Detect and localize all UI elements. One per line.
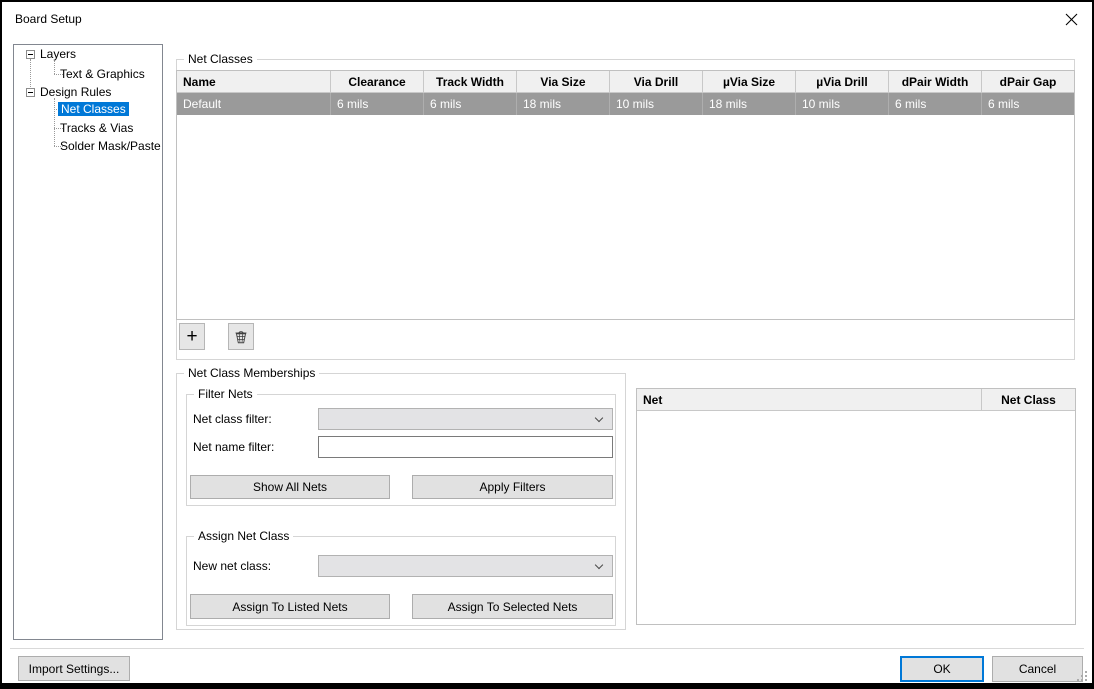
net-name-filter-input[interactable]	[318, 436, 613, 458]
tree-connector	[30, 59, 31, 89]
assign-to-selected-nets-label: Assign To Selected Nets	[448, 600, 578, 614]
show-all-nets-button[interactable]: Show All Nets	[190, 475, 390, 499]
column-header-via-size[interactable]: Via Size	[517, 71, 610, 92]
net-class-filter-select[interactable]	[318, 408, 613, 430]
trash-icon	[233, 329, 249, 345]
net-class-filter-label: Net class filter:	[193, 409, 272, 429]
column-header-net[interactable]: Net	[637, 389, 982, 410]
tree-item-label-selected: Net Classes	[58, 102, 129, 116]
window-title: Board Setup	[15, 2, 82, 36]
column-header-track-width[interactable]: Track Width	[424, 71, 517, 92]
tree-item-text-graphics[interactable]: Text & Graphics	[60, 65, 145, 83]
resize-grip[interactable]	[1077, 671, 1087, 681]
column-header-dpair-gap[interactable]: dPair Gap	[982, 71, 1074, 92]
tree-item-net-classes[interactable]: Net Classes	[58, 100, 129, 118]
tree-item-solder-mask-paste[interactable]: Solder Mask/Paste	[60, 137, 161, 155]
column-header-net-class[interactable]: Net Class	[982, 389, 1075, 410]
assign-net-class-group-label: Assign Net Class	[194, 529, 293, 543]
assign-to-listed-nets-button[interactable]: Assign To Listed Nets	[190, 594, 390, 619]
import-settings-button[interactable]: Import Settings...	[18, 656, 130, 681]
column-header-uvia-size[interactable]: µVia Size	[703, 71, 796, 92]
show-all-nets-label: Show All Nets	[253, 480, 327, 494]
add-net-class-button[interactable]: +	[179, 323, 205, 350]
net-classes-table[interactable]: Name Clearance Track Width Via Size Via …	[176, 70, 1075, 320]
cell-uvia-size[interactable]: 18 mils	[703, 93, 796, 115]
collapse-icon[interactable]	[26, 50, 35, 59]
nets-table-empty-area	[637, 411, 1075, 624]
cell-track-width[interactable]: 6 mils	[424, 93, 517, 115]
cancel-label: Cancel	[1019, 662, 1056, 676]
column-header-name[interactable]: Name	[177, 71, 331, 92]
cancel-button[interactable]: Cancel	[992, 656, 1083, 682]
cell-via-size[interactable]: 18 mils	[517, 93, 610, 115]
cell-clearance[interactable]: 6 mils	[331, 93, 424, 115]
column-header-uvia-drill[interactable]: µVia Drill	[796, 71, 889, 92]
tree-item-tracks-vias[interactable]: Tracks & Vias	[60, 119, 133, 137]
column-header-clearance[interactable]: Clearance	[331, 71, 424, 92]
plus-icon: +	[186, 327, 197, 346]
chevron-down-icon	[595, 414, 603, 422]
new-net-class-label: New net class:	[193, 556, 271, 576]
net-classes-group-label: Net Classes	[184, 52, 257, 66]
column-header-via-drill[interactable]: Via Drill	[610, 71, 703, 92]
settings-tree: Layers Text & Graphics Design Rules Net …	[13, 44, 163, 640]
net-classes-table-empty-area	[177, 115, 1074, 319]
net-class-row-default[interactable]: Default 6 mils 6 mils 18 mils 10 mils 18…	[177, 93, 1074, 115]
memberships-group-label: Net Class Memberships	[184, 366, 319, 380]
nets-table-header: Net Net Class	[637, 389, 1075, 411]
tree-item-design-rules[interactable]: Design Rules	[40, 83, 111, 101]
apply-filters-label: Apply Filters	[479, 480, 545, 494]
tree-item-label: Layers	[40, 47, 76, 61]
net-classes-table-header: Name Clearance Track Width Via Size Via …	[177, 71, 1074, 93]
net-name-filter-label: Net name filter:	[193, 437, 274, 457]
column-header-dpair-width[interactable]: dPair Width	[889, 71, 982, 92]
board-setup-dialog: Board Setup Layers Text & Graphics Desig…	[0, 0, 1094, 689]
new-net-class-select[interactable]	[318, 555, 613, 577]
tree-item-layers[interactable]: Layers	[40, 45, 76, 63]
cell-name[interactable]: Default	[177, 93, 331, 115]
chevron-down-icon	[595, 561, 603, 569]
tree-connector	[54, 98, 55, 146]
close-icon	[1065, 13, 1078, 26]
assign-to-listed-nets-label: Assign To Listed Nets	[232, 600, 347, 614]
close-button[interactable]	[1058, 7, 1084, 31]
filter-nets-group-label: Filter Nets	[194, 387, 257, 401]
cell-uvia-drill[interactable]: 10 mils	[796, 93, 889, 115]
assign-to-selected-nets-button[interactable]: Assign To Selected Nets	[412, 594, 613, 619]
collapse-icon[interactable]	[26, 88, 35, 97]
import-settings-label: Import Settings...	[29, 662, 120, 676]
tree-item-label: Text & Graphics	[60, 67, 145, 81]
tree-item-label: Tracks & Vias	[60, 121, 133, 135]
ok-label: OK	[933, 662, 950, 676]
ok-button[interactable]: OK	[900, 656, 984, 682]
cell-via-drill[interactable]: 10 mils	[610, 93, 703, 115]
delete-net-class-button[interactable]	[228, 323, 254, 350]
cell-dpair-gap[interactable]: 6 mils	[982, 93, 1074, 115]
footer-separator	[10, 648, 1084, 649]
titlebar[interactable]: Board Setup	[2, 2, 1092, 36]
apply-filters-button[interactable]: Apply Filters	[412, 475, 613, 499]
tree-item-label: Solder Mask/Paste	[60, 139, 161, 153]
tree-item-label: Design Rules	[40, 85, 111, 99]
nets-table[interactable]: Net Net Class	[636, 388, 1076, 625]
cell-dpair-width[interactable]: 6 mils	[889, 93, 982, 115]
